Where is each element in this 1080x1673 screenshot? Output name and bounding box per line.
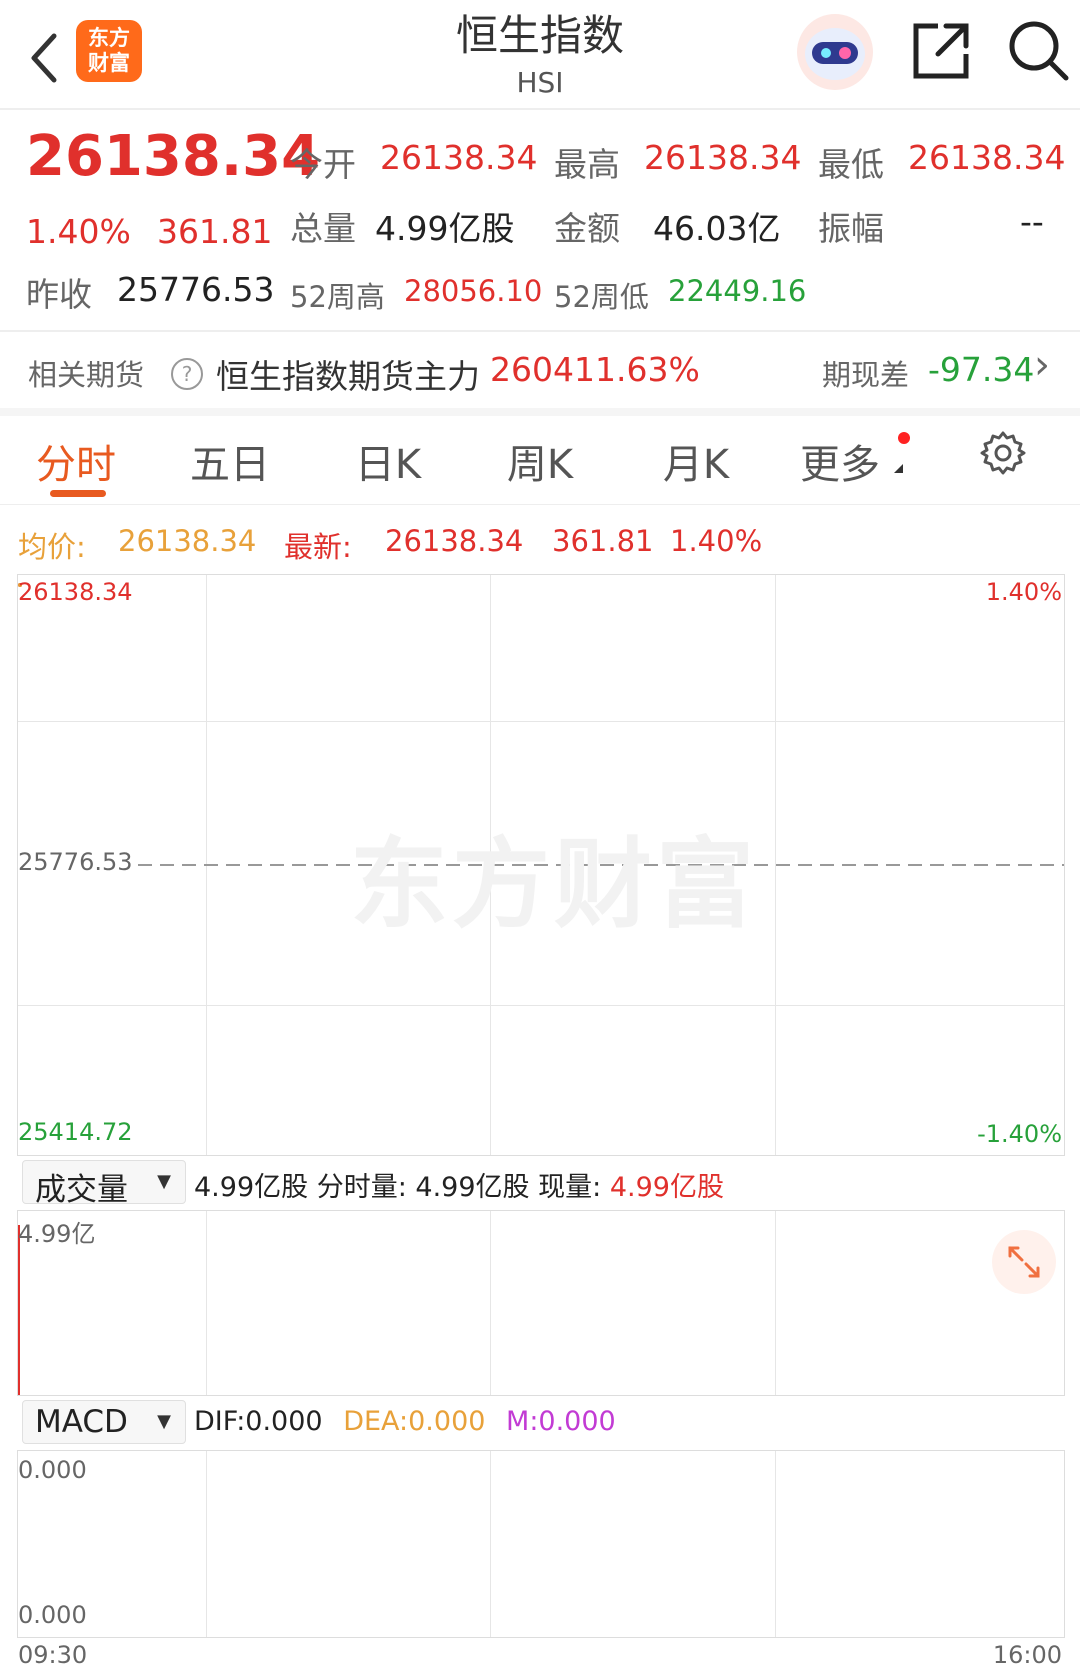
high-value: 26138.34	[644, 138, 802, 177]
indicator-select-label: MACD	[35, 1404, 128, 1440]
low-label: 最低	[818, 145, 884, 184]
latest-change: 361.81	[552, 524, 654, 558]
avg-price-label: 均价:	[18, 530, 86, 564]
tab-intraday[interactable]: 分时	[16, 432, 136, 490]
y-axis-mid-label: 25776.53	[18, 848, 133, 876]
y-axis-top-label: 26138.34	[18, 578, 133, 606]
volume-plot	[18, 1225, 20, 1395]
period-volume-value: 4.99亿股	[415, 1172, 530, 1203]
avg-price-value: 26138.34	[118, 524, 257, 558]
amplitude-label: 振幅	[818, 209, 884, 248]
tab-monthly-k[interactable]: 月K	[636, 432, 756, 490]
amplitude-value: --	[1020, 202, 1044, 241]
change-amount: 361.81	[157, 212, 273, 251]
futures-label: 相关期货	[28, 358, 145, 392]
dropdown-arrow-icon: ▼	[157, 1171, 171, 1192]
search-icon[interactable]	[1006, 18, 1070, 82]
current-volume-value: 4.99亿股	[609, 1172, 724, 1203]
last-price: 26138.34	[26, 124, 321, 189]
dropdown-arrow-icon: ▼	[157, 1411, 171, 1432]
w52-low-label: 52周低	[554, 280, 649, 314]
time-axis-start: 09:30	[18, 1641, 88, 1669]
macd-m: M:0.000	[506, 1406, 616, 1437]
volume-label: 总量	[290, 209, 356, 248]
pct-axis-bottom-label: -1.40%	[977, 1120, 1062, 1148]
indicator-select-macd[interactable]: MACD ▼	[22, 1400, 186, 1444]
prev-close-value: 25776.53	[117, 270, 275, 309]
latest-value: 26138.34	[385, 524, 524, 558]
time-axis-end: 16:00	[992, 1641, 1062, 1669]
tab-weekly-k[interactable]: 周K	[480, 432, 600, 490]
volume-chart[interactable]	[17, 1210, 1065, 1396]
volume-value: 4.99亿股	[375, 209, 515, 248]
basis-value: -97.34	[928, 350, 1035, 389]
settings-gear-icon[interactable]	[980, 430, 1026, 476]
prev-close-label: 昨收	[26, 275, 92, 314]
amount-value: 46.03亿	[653, 209, 781, 248]
tab-five-day[interactable]: 五日	[170, 432, 290, 490]
volume-bar	[18, 1225, 20, 1395]
open-value: 26138.34	[380, 138, 538, 177]
w52-high-value: 28056.10	[404, 274, 543, 308]
current-volume-label: 现量:	[538, 1172, 602, 1203]
tab-more[interactable]: 更多	[780, 432, 900, 490]
y-axis-bottom-label: 25414.72	[18, 1118, 133, 1146]
notification-dot	[898, 432, 910, 444]
amount-label: 金额	[554, 209, 620, 248]
macd-chart[interactable]	[17, 1450, 1065, 1638]
latest-label: 最新:	[284, 530, 352, 564]
w52-high-label: 52周高	[290, 280, 385, 314]
basis-label: 期现差	[822, 358, 910, 392]
expand-icon[interactable]	[992, 1230, 1056, 1294]
w52-low-value: 22449.16	[668, 274, 807, 308]
pct-axis-top-label: 1.40%	[985, 578, 1062, 606]
futures-name: 恒生指数期货主力	[216, 357, 480, 396]
open-label: 今开	[290, 145, 356, 184]
watermark: 东方财富	[350, 828, 759, 942]
assistant-robot-icon[interactable]	[794, 12, 876, 92]
volume-axis-top-label: 4.99亿	[18, 1220, 96, 1248]
indicator-select-volume[interactable]: 成交量 ▼	[22, 1160, 186, 1208]
macd-axis-bottom-label: 0.000	[18, 1601, 87, 1629]
period-volume-label: 分时量:	[316, 1172, 407, 1203]
indicator-select-label: 成交量	[35, 1172, 128, 1208]
latest-percent: 1.40%	[670, 524, 763, 558]
tab-daily-k[interactable]: 日K	[328, 432, 448, 490]
share-icon[interactable]	[910, 20, 972, 82]
high-label: 最高	[554, 145, 620, 184]
change-percent: 1.40%	[26, 212, 131, 251]
active-tab-indicator	[50, 490, 106, 497]
futures-value: 260411.63%	[490, 350, 700, 389]
low-value: 26138.34	[908, 138, 1066, 177]
chevron-right-icon: ›	[1034, 342, 1050, 388]
help-icon[interactable]: ?	[171, 358, 203, 390]
volume-total: 4.99亿股	[194, 1172, 309, 1203]
macd-axis-top-label: 0.000	[18, 1456, 87, 1484]
macd-dif: DIF:0.000	[194, 1406, 323, 1437]
macd-dea: DEA:0.000	[343, 1406, 486, 1437]
more-corner-icon	[894, 464, 903, 473]
futures-row[interactable]: 相关期货 ? 恒生指数期货主力 260411.63% 期现差 -97.34 ›	[0, 334, 1080, 408]
